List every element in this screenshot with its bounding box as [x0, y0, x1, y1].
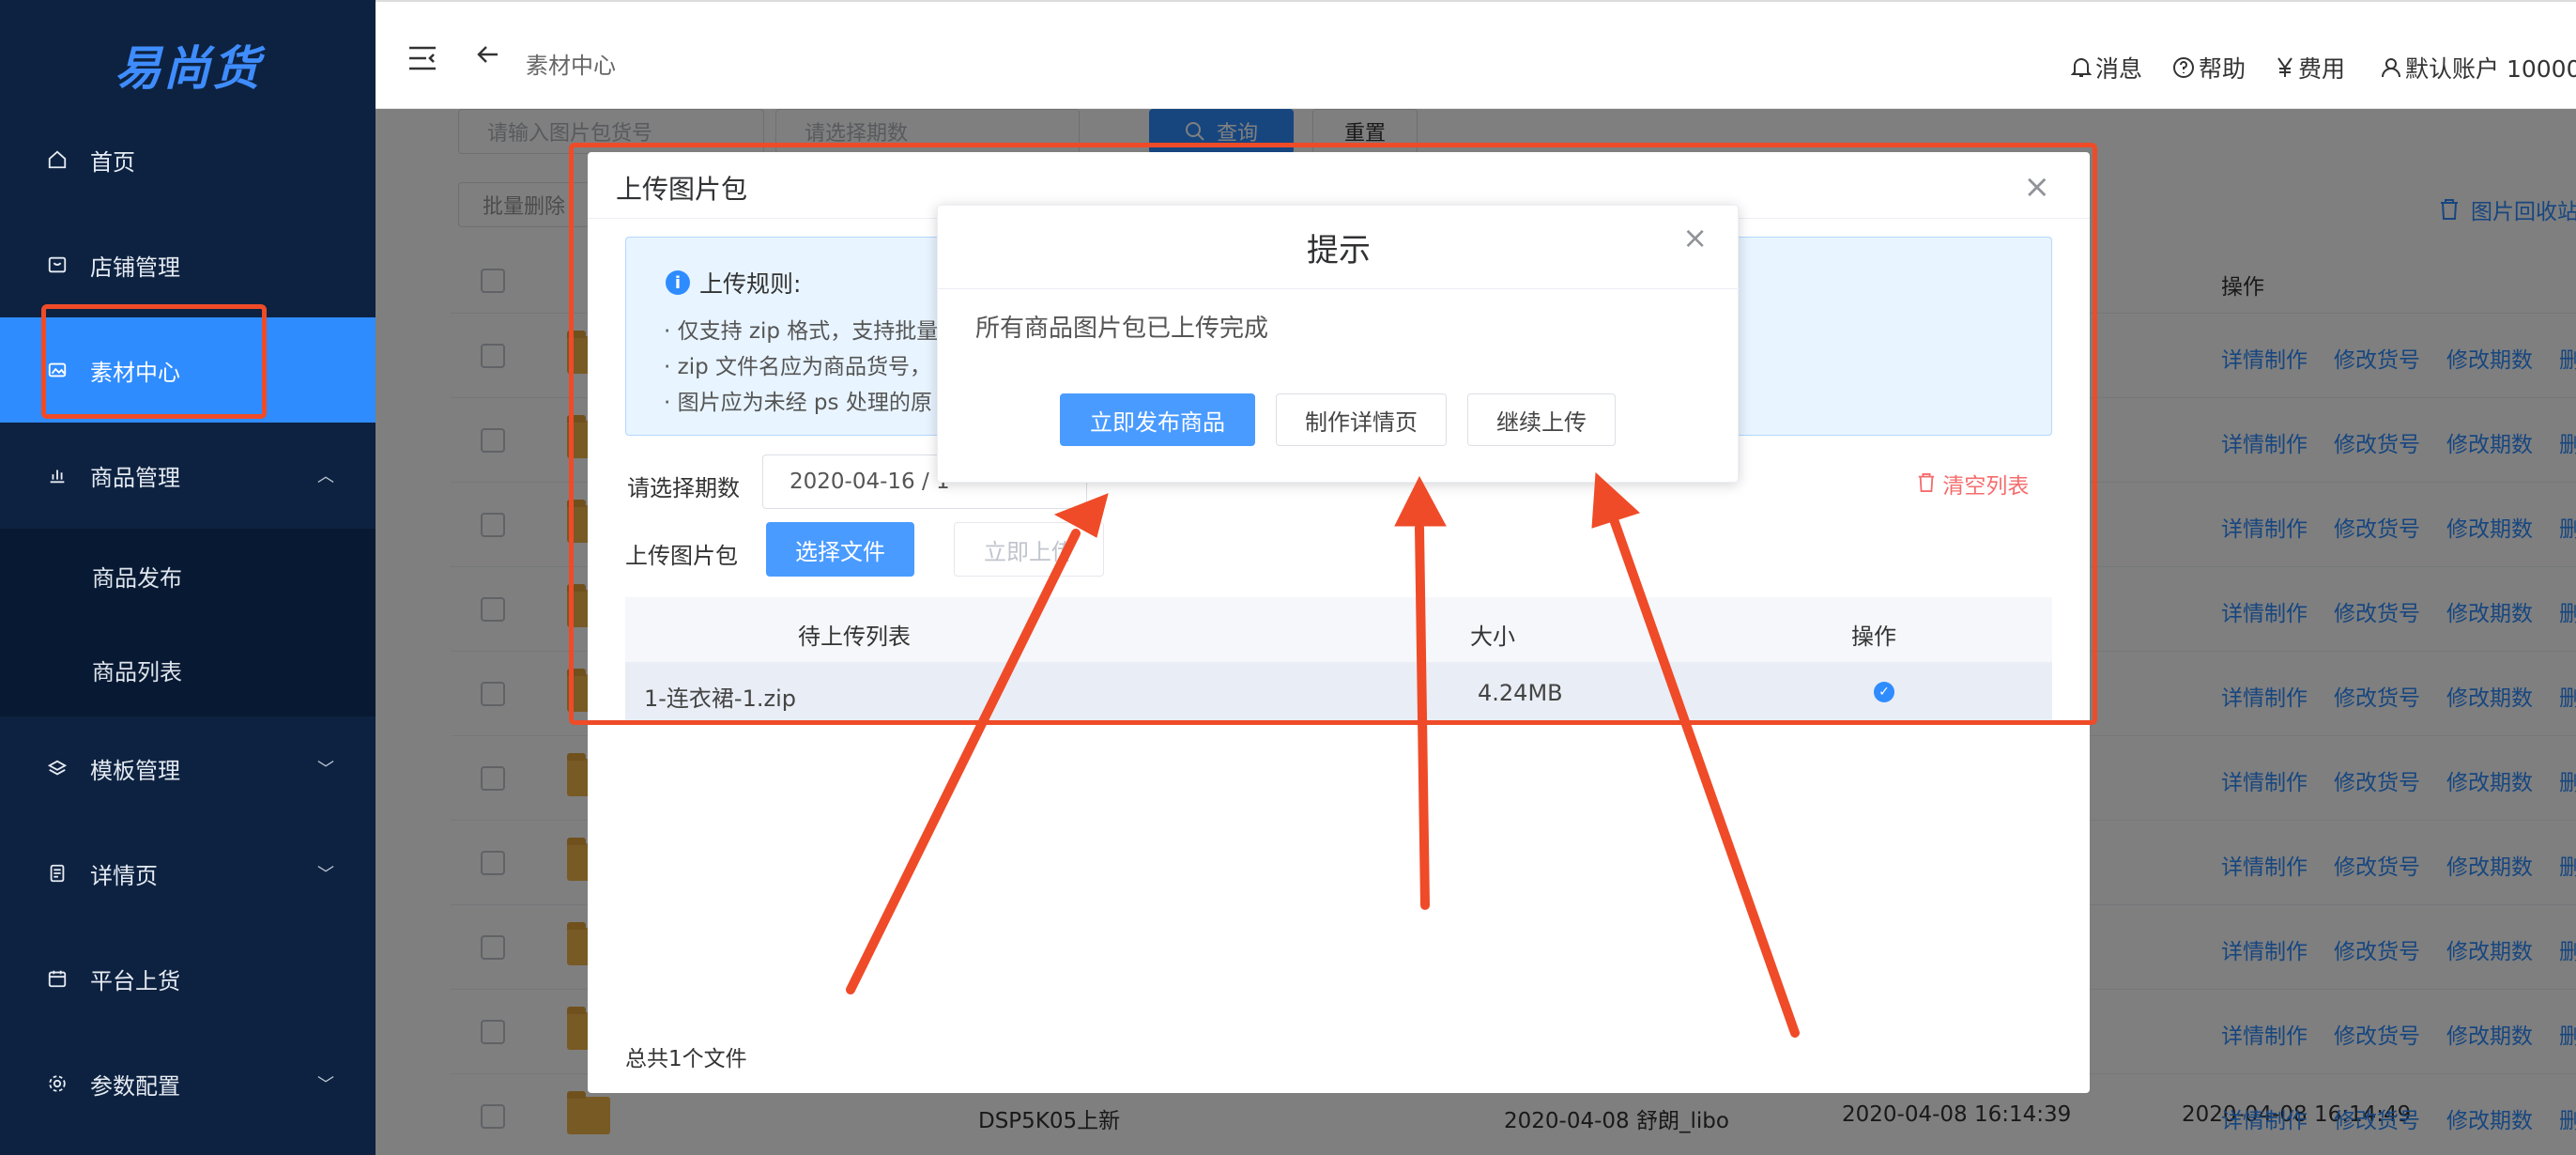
sidebar-item-products[interactable]: 商品管理 ︿ — [0, 423, 376, 528]
rules-title: i 上传规则: — [666, 266, 801, 300]
sidebar-item-settings[interactable]: 参数配置 ﹀ — [0, 1031, 376, 1136]
period-label: 请选择期数 — [627, 475, 740, 501]
chevron-up-icon: ︿ — [317, 467, 334, 486]
clear-list-button[interactable]: 清空列表 — [1917, 468, 2029, 500]
choose-file-button[interactable]: 选择文件 — [766, 522, 914, 577]
sidebar: 易尚货 首页 店铺管理 素材中心 商品管理 ︿ 商品发布 商品列表 模板管理 ﹀… — [0, 0, 376, 1155]
app-logo[interactable]: 易尚货 — [0, 13, 376, 116]
calendar-icon — [45, 966, 69, 991]
upload-dialog-title: 上传图片包 — [616, 174, 748, 205]
period-select-value: 2020-04-16 / 1 — [790, 470, 950, 494]
chevron-down-icon: ﹀ — [317, 865, 334, 885]
rule-line: · 仅支持 zip 格式，支持批量 — [664, 319, 939, 344]
sidebar-item-label: 参数配置 — [90, 1072, 180, 1100]
divider — [938, 288, 1740, 289]
sidebar-subitem-publish[interactable]: 商品发布 — [0, 529, 376, 623]
help-icon — [2173, 57, 2194, 78]
sidebar-item-detail-page[interactable]: 详情页 ﹀ — [0, 821, 376, 926]
rule-line: · 图片应为未经 ps 处理的原 — [664, 391, 932, 415]
tip-dialog-title: 提示 — [1307, 232, 1371, 270]
chevron-down-icon: ﹀ — [317, 1075, 334, 1095]
menu-collapse-icon[interactable] — [407, 45, 437, 75]
sidebar-item-label: 素材中心 — [90, 359, 180, 386]
info-icon: i — [666, 270, 690, 295]
bell-icon — [2071, 58, 2092, 77]
products-submenu: 商品发布 商品列表 — [0, 529, 376, 716]
help-label: 帮助 — [2199, 55, 2246, 83]
sidebar-item-label: 模板管理 — [90, 757, 180, 784]
close-icon[interactable]: × — [1682, 223, 1708, 253]
total-files-count: 总共1个文件 — [625, 1047, 747, 1071]
upload-now-button[interactable]: 立即上传 — [954, 522, 1104, 577]
fees-link[interactable]: 费用 — [2276, 51, 2345, 85]
check-circle-icon: ✓ — [1874, 682, 1894, 702]
shop-icon — [45, 253, 69, 277]
size-column-header: 大小 — [1470, 624, 1515, 650]
sidebar-item-label: 平台上货 — [90, 967, 180, 994]
breadcrumb: 素材中心 — [526, 53, 616, 79]
sidebar-item-materials[interactable]: 素材中心 — [0, 317, 376, 423]
trash-icon — [1918, 473, 1935, 492]
image-icon — [45, 358, 69, 382]
tip-message: 所有商品图片包已上传完成 — [975, 315, 1269, 343]
sidebar-item-templates[interactable]: 模板管理 ﹀ — [0, 716, 376, 821]
chevron-down-icon: ﹀ — [317, 760, 334, 779]
clear-list-label: 清空列表 — [1942, 474, 2030, 499]
file-column-header: 待上传列表 — [798, 624, 911, 650]
sidebar-item-label: 首页 — [90, 148, 135, 176]
rule-line: · zip 文件名应为商品货号， — [664, 355, 931, 379]
messages-link[interactable]: 消息 — [2071, 51, 2142, 85]
help-link[interactable]: 帮助 — [2172, 51, 2246, 85]
sidebar-item-home[interactable]: 首页 — [0, 107, 376, 212]
yen-icon — [2277, 57, 2292, 77]
sidebar-subitem-label: 商品列表 — [92, 658, 182, 685]
sidebar-item-label: 详情页 — [90, 862, 158, 889]
gear-icon — [45, 1071, 69, 1096]
home-icon — [45, 147, 69, 172]
make-detail-page-button[interactable]: 制作详情页 — [1276, 393, 1447, 446]
document-icon — [45, 861, 69, 886]
tip-dialog: 提示 × 所有商品图片包已上传完成 立即发布商品 制作详情页 继续上传 — [937, 205, 1740, 483]
publish-now-button[interactable]: 立即发布商品 — [1060, 393, 1255, 446]
file-table-header: 待上传列表 大小 操作 — [625, 597, 2052, 663]
account-link[interactable]: 默认账户 10000 — [2381, 51, 2576, 85]
sidebar-item-platform-upload[interactable]: 平台上货 — [0, 926, 376, 1031]
top-header: 素材中心 消息 帮助 费用 默认账户 10000 — [376, 0, 2576, 109]
file-size: 4.24MB — [1478, 680, 1563, 706]
action-column-header: 操作 — [1851, 624, 1896, 650]
fees-label: 费用 — [2298, 55, 2346, 83]
logo-text: 易尚货 — [115, 40, 261, 96]
sidebar-item-label: 店铺管理 — [90, 254, 180, 281]
bar-chart-icon — [45, 463, 69, 487]
sidebar-item-label: 商品管理 — [90, 464, 180, 491]
account-label: 默认账户 10000 — [2405, 55, 2576, 83]
file-name: 1-连衣裙-1.zip — [644, 685, 796, 712]
user-icon — [2382, 58, 2400, 78]
file-table-row: 1-连衣裙-1.zip 4.24MB ✓ — [625, 663, 2052, 723]
continue-upload-button[interactable]: 继续上传 — [1467, 393, 1616, 446]
close-icon[interactable]: × — [2024, 171, 2051, 203]
layers-icon — [45, 756, 69, 780]
back-arrow-icon[interactable] — [475, 41, 501, 74]
messages-label: 消息 — [2095, 55, 2143, 83]
sidebar-subitem-label: 商品发布 — [92, 564, 182, 592]
sidebar-subitem-list[interactable]: 商品列表 — [0, 623, 376, 716]
sidebar-item-shop[interactable]: 店铺管理 — [0, 212, 376, 317]
rules-title-text: 上传规则: — [699, 270, 802, 298]
package-label: 上传图片包 — [625, 543, 738, 569]
